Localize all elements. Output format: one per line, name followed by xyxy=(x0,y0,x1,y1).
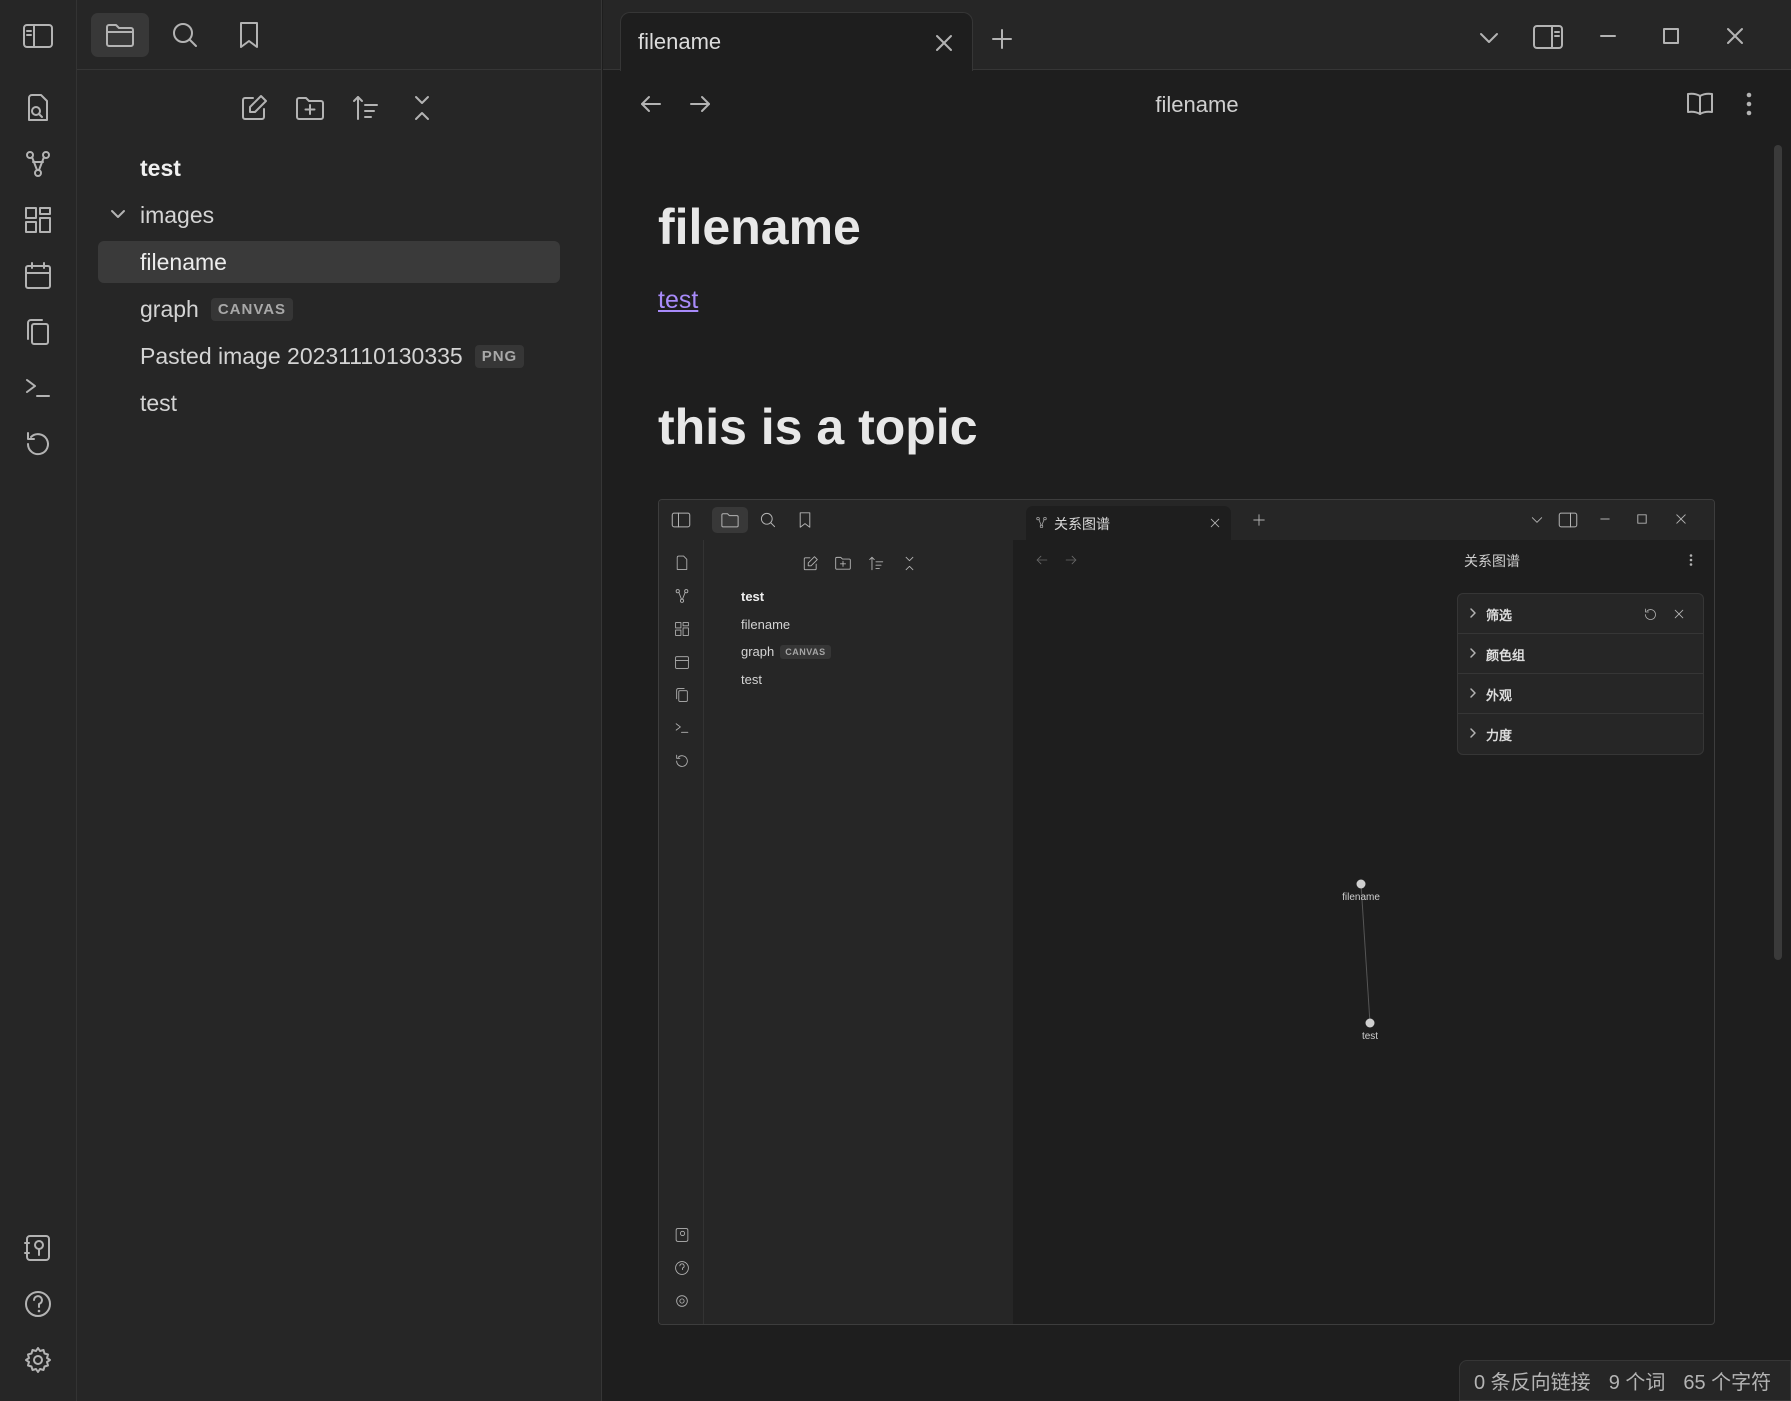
maximize-icon[interactable] xyxy=(1656,21,1686,51)
view-title[interactable]: filename xyxy=(603,92,1791,118)
help-icon[interactable] xyxy=(18,1284,58,1324)
scrollbar[interactable] xyxy=(1774,145,1782,960)
search-icon[interactable] xyxy=(156,13,214,57)
graph-node-label: test xyxy=(1361,1031,1379,1042)
char-count: 65 个字符 xyxy=(1683,1372,1772,1394)
vault-switcher-icon[interactable] xyxy=(18,1228,58,1268)
tab-title: filename xyxy=(638,29,722,54)
more-options-icon[interactable] xyxy=(1734,86,1764,122)
command-palette-icon[interactable] xyxy=(18,368,58,408)
status-bar: 0 条反向链接 9 个词 65 个字符 xyxy=(1459,1360,1791,1401)
history-icon[interactable] xyxy=(18,424,58,464)
canvas-icon[interactable] xyxy=(18,200,58,240)
file-item[interactable]: test xyxy=(98,147,560,189)
collapse-all-icon[interactable] xyxy=(402,88,442,128)
sidebar-toggle-icon[interactable] xyxy=(18,16,58,56)
new-note-icon[interactable] xyxy=(234,88,274,128)
calendar-icon[interactable] xyxy=(18,256,58,296)
backlinks-count[interactable]: 0 条反向链接 xyxy=(1474,1366,1591,1395)
embedded-image: 关系图谱 test filename graph CANVAS test 关系图谱 xyxy=(658,499,1715,1325)
file-type-badge: CANVAS xyxy=(210,297,294,321)
new-tab-plus-icon[interactable] xyxy=(987,24,1017,54)
graph-canvas xyxy=(1356,879,1375,1028)
reading-view-book-icon[interactable] xyxy=(1681,86,1719,122)
sidebar-header xyxy=(77,0,602,70)
right-sidebar-toggle-icon[interactable] xyxy=(1528,19,1568,55)
file-type-badge: PNG xyxy=(474,344,525,368)
file-item[interactable]: graph CANVAS xyxy=(98,288,560,330)
folder-item-images[interactable]: images xyxy=(98,194,560,236)
window-close-icon[interactable] xyxy=(1720,21,1750,51)
chevron-down-icon[interactable] xyxy=(1474,23,1504,53)
new-folder-icon[interactable] xyxy=(290,88,330,128)
heading-1: filename xyxy=(658,199,861,255)
heading-2: this is a topic xyxy=(658,399,978,455)
settings-gear-icon[interactable] xyxy=(18,1340,58,1380)
file-item-active[interactable]: filename xyxy=(98,241,560,283)
file-item[interactable]: test xyxy=(98,382,560,424)
minimize-icon[interactable] xyxy=(1593,21,1623,51)
tab-filename[interactable]: filename xyxy=(620,12,973,71)
close-icon[interactable] xyxy=(930,29,958,57)
templates-icon[interactable] xyxy=(18,312,58,352)
file-explorer-sidebar: test images filename graph CANVAS Pasted … xyxy=(77,0,602,1401)
word-count: 9 个词 xyxy=(1608,1372,1666,1394)
quick-switcher-icon[interactable] xyxy=(18,88,58,128)
bookmark-icon[interactable] xyxy=(220,13,278,57)
graph-edge xyxy=(1360,883,1371,1024)
graph-node-label: filename xyxy=(1342,892,1380,903)
graph-view-icon[interactable] xyxy=(18,144,58,184)
graph-node-test xyxy=(1365,1018,1375,1028)
file-item[interactable]: Pasted image 20231110130335 PNG xyxy=(98,335,560,377)
ribbon xyxy=(0,0,77,1401)
files-tab-folder-icon[interactable] xyxy=(91,13,149,57)
graph-node-filename xyxy=(1356,879,1366,889)
view-header: filename xyxy=(603,70,1791,140)
tab-bar: filename xyxy=(603,0,1791,71)
chevron-down-icon xyxy=(108,204,128,224)
internal-link[interactable]: test xyxy=(658,286,698,315)
sort-icon[interactable] xyxy=(346,88,386,128)
